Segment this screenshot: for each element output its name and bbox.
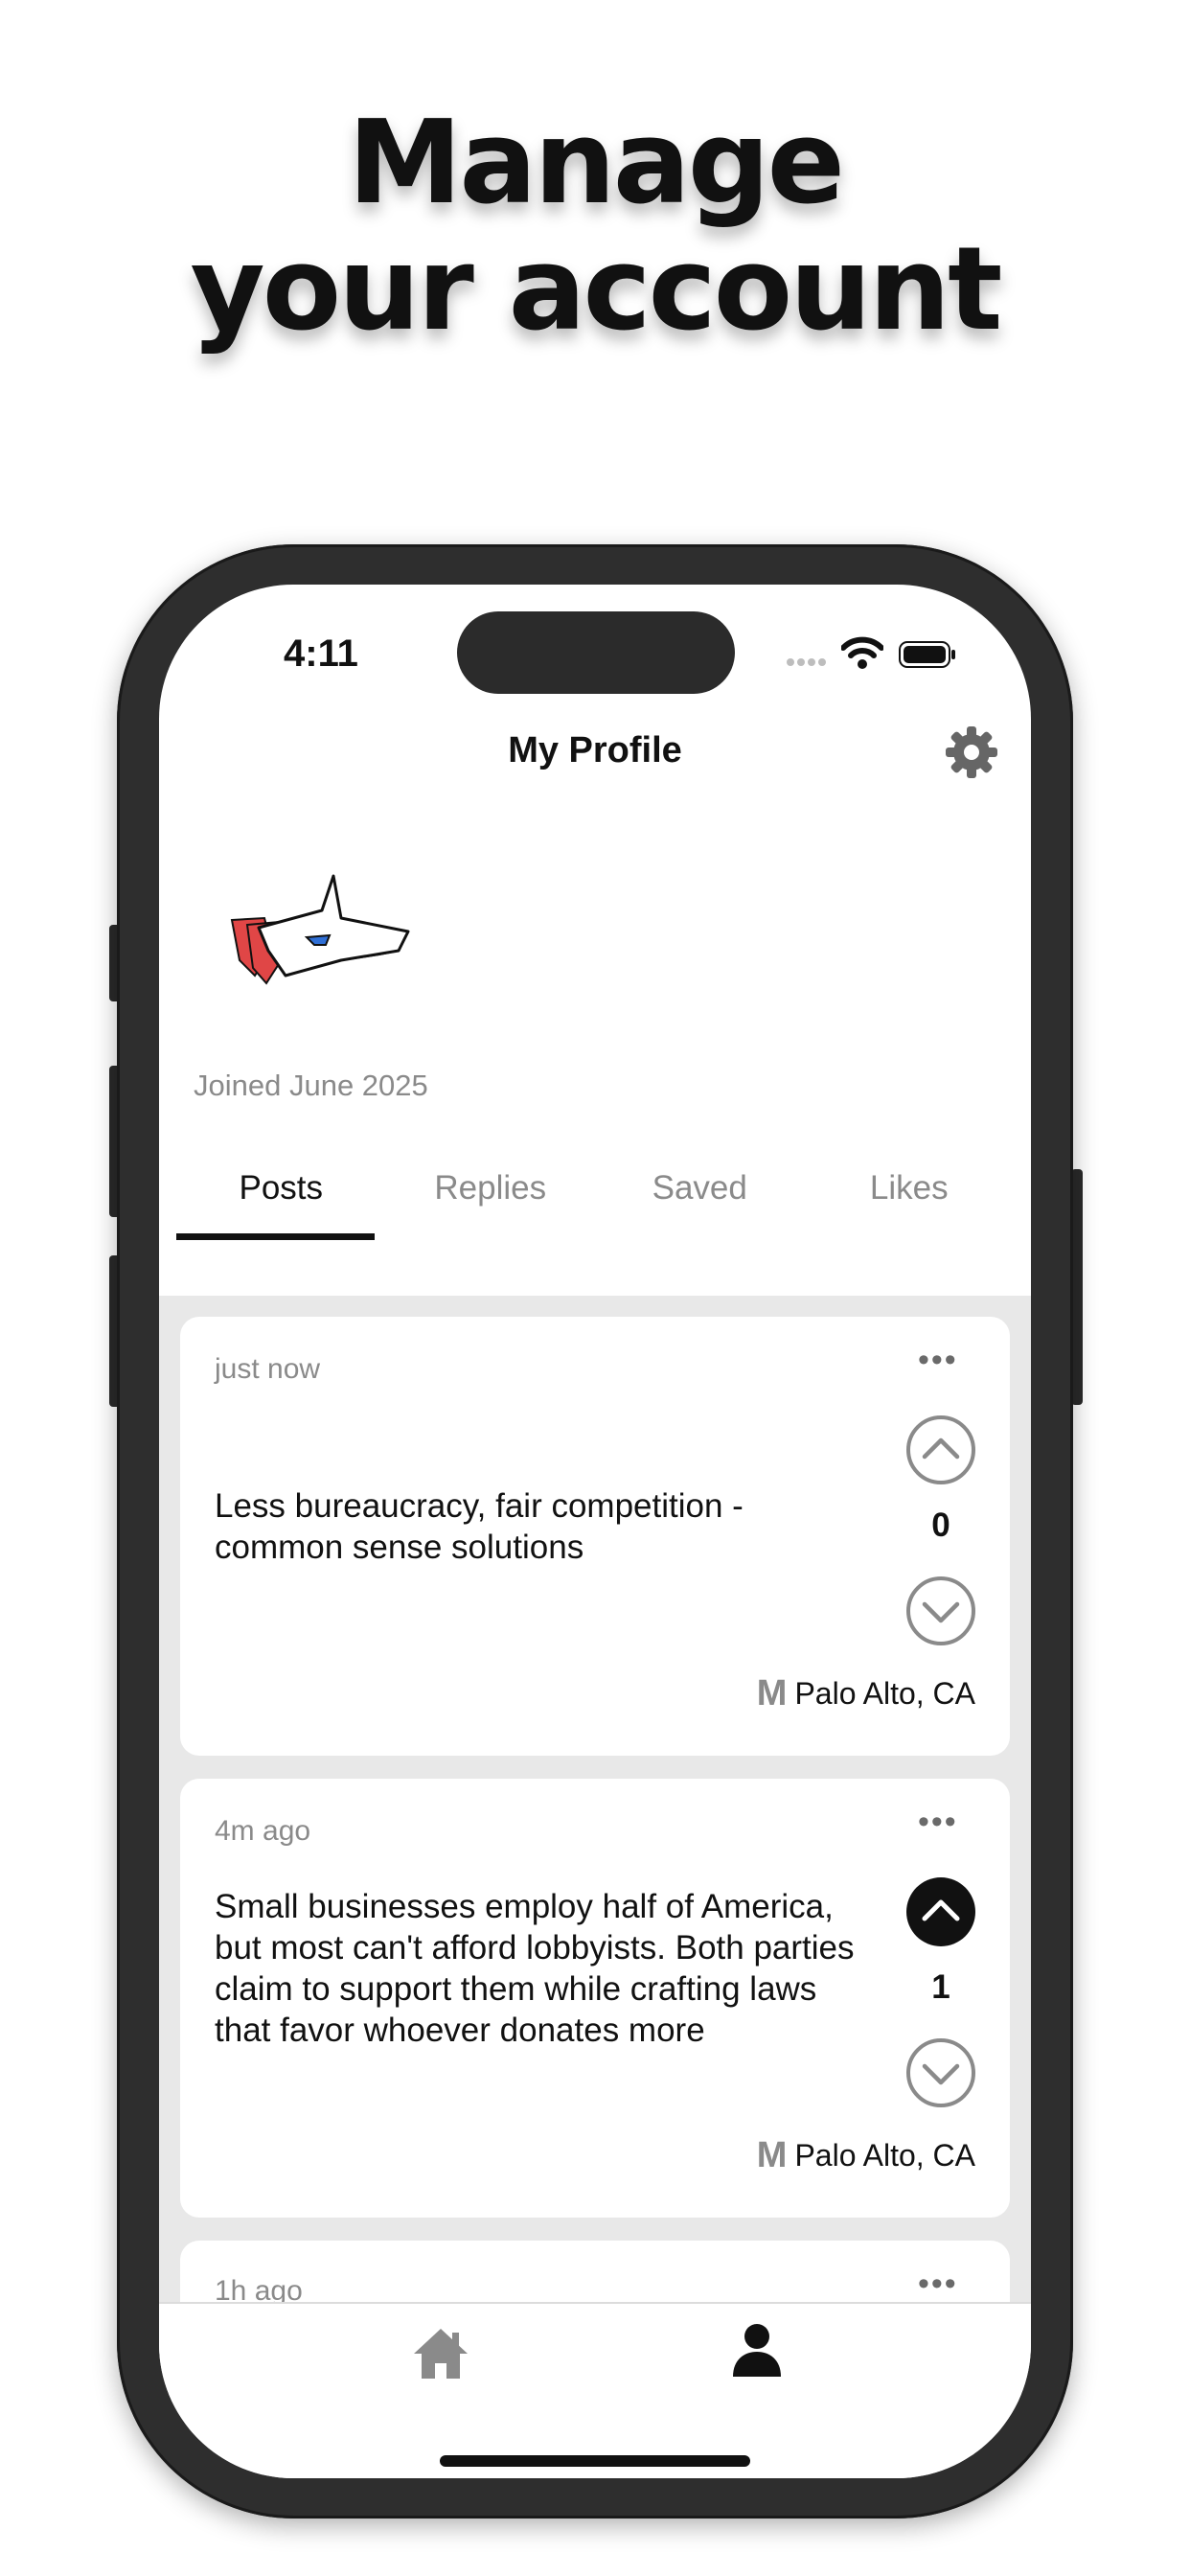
dynamic-island bbox=[457, 611, 735, 694]
headline-line-2: your account bbox=[190, 223, 1003, 356]
profile-tabs: Posts Replies Saved Likes bbox=[176, 1150, 1014, 1244]
chevron-down-icon[interactable] bbox=[905, 1576, 976, 1646]
more-options-icon[interactable]: ••• bbox=[918, 2266, 958, 2303]
avatar[interactable] bbox=[226, 872, 418, 997]
cellular-signal-icon bbox=[787, 658, 826, 666]
tab-saved[interactable]: Saved bbox=[595, 1150, 805, 1244]
location-label: Palo Alto, CA bbox=[794, 2138, 975, 2173]
location-label: Palo Alto, CA bbox=[794, 1676, 975, 1711]
chevron-up-icon[interactable] bbox=[905, 1876, 976, 1947]
battery-icon bbox=[899, 641, 955, 668]
marketing-headline: Manage your account bbox=[0, 101, 1190, 354]
post-timestamp: just now bbox=[215, 1353, 321, 1385]
post-card[interactable]: 4m ago ••• Small businesses employ half … bbox=[180, 1779, 1010, 2218]
post-text: Less bureaucracy, fair competition - com… bbox=[215, 1487, 744, 1566]
wifi-icon bbox=[841, 636, 883, 669]
vote-count: 1 bbox=[931, 1968, 950, 2006]
post-location: M Palo Alto, CA bbox=[757, 2135, 975, 2176]
post-card[interactable]: just now ••• Less bureaucracy, fair comp… bbox=[180, 1317, 1010, 1756]
home-indicator bbox=[440, 2455, 750, 2467]
post-location: M Palo Alto, CA bbox=[757, 1673, 975, 1714]
gear-icon[interactable] bbox=[943, 724, 1000, 781]
post-card[interactable]: 1h ago ••• bbox=[180, 2241, 1010, 2312]
status-time: 4:11 bbox=[284, 632, 358, 675]
chevron-up-icon[interactable] bbox=[905, 1414, 976, 1485]
headline-line-1: Manage bbox=[347, 97, 845, 230]
location-badge-icon: M bbox=[756, 2135, 788, 2175]
post-timestamp: 4m ago bbox=[215, 1815, 311, 1847]
more-options-icon[interactable]: ••• bbox=[918, 1804, 958, 1841]
home-icon[interactable] bbox=[410, 2323, 471, 2384]
page-title: My Profile bbox=[508, 730, 682, 770]
person-icon[interactable] bbox=[731, 2321, 783, 2379]
post-text: Small businesses employ half of America,… bbox=[215, 1888, 855, 2049]
joined-date: Joined June 2025 bbox=[194, 1069, 428, 1102]
chevron-down-icon[interactable] bbox=[905, 2037, 976, 2108]
vote-count: 0 bbox=[931, 1506, 950, 1544]
tab-replies[interactable]: Replies bbox=[386, 1150, 596, 1244]
more-options-icon[interactable]: ••• bbox=[918, 1342, 958, 1379]
location-badge-icon: M bbox=[756, 1673, 788, 1714]
bottom-tab-bar bbox=[159, 2302, 1031, 2478]
posts-feed[interactable]: just now ••• Less bureaucracy, fair comp… bbox=[159, 1296, 1031, 2312]
tab-likes[interactable]: Likes bbox=[805, 1150, 1015, 1244]
tab-posts[interactable]: Posts bbox=[176, 1150, 386, 1244]
phone-screen: 4:11 My Profile Joined June 2025 Posts R… bbox=[159, 585, 1031, 2478]
